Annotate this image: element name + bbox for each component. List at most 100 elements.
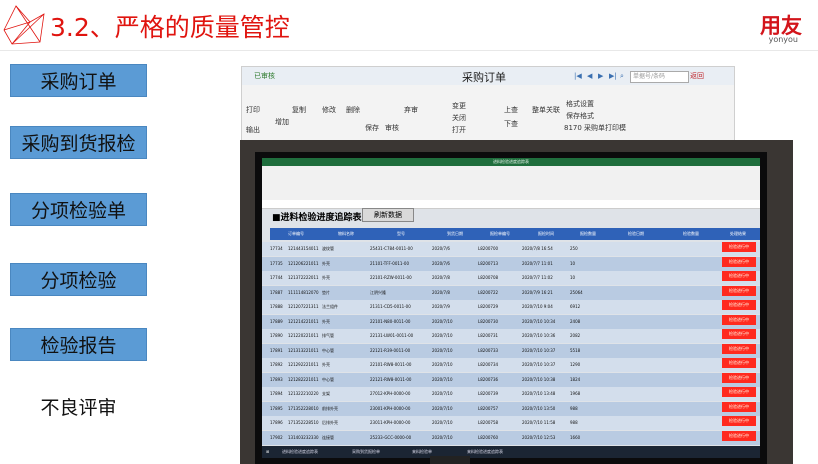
copy-button[interactable]: 复制 (292, 105, 306, 115)
back-button[interactable]: 返回 (690, 71, 704, 81)
table-row[interactable]: 17896 171352228510 后排外壳 23011-KPH-0000-00 20… (262, 416, 760, 430)
cell-time: 2020/7/10 9:04 (522, 304, 553, 309)
table-row[interactable]: 17889 121214221011 外壳 22101-N80-0011-00 2020… (262, 314, 760, 329)
cell-doc: L8200700 (478, 246, 499, 251)
save-button[interactable]: 保存 (365, 123, 379, 133)
formula-bar (262, 200, 760, 209)
refresh-button[interactable]: 刷新数据 (362, 208, 414, 222)
status-badge: 检验进行中 (722, 343, 756, 354)
status-badge: 检验进行中 (722, 387, 756, 397)
prev-icon[interactable]: ◀ (587, 72, 592, 80)
cell-model: 江阴兴隆 (370, 289, 386, 295)
cell-model: 27012-KPH-0000-00 (370, 391, 411, 396)
cell-doc: L8200729 (478, 304, 499, 309)
taskbar-item[interactable]: 来料检验进度追踪表 (467, 448, 503, 456)
sheet-title-text: 进料检验进度追踪表 (280, 213, 362, 223)
start-icon[interactable]: ⊞ (266, 448, 269, 456)
table-row[interactable]: 17744 121372222011 外壳 22101-RZW-0011-00 2020… (262, 271, 760, 285)
cell-qty: 988 (570, 420, 578, 425)
last-icon[interactable]: ▶| (609, 72, 617, 80)
cell-model: 22101-RW8-0011-00 (370, 362, 412, 367)
status-badge: 检验进行中 (722, 329, 756, 339)
first-icon[interactable]: |◀ (574, 72, 582, 80)
cell-model: 22131-LW01-0011-00 (370, 333, 414, 338)
cell-qty: 2408 (570, 318, 581, 324)
cell-doc: L8200736 (478, 376, 499, 382)
cell-doc: L8200708 (478, 275, 499, 280)
approve-button[interactable]: 审核 (385, 123, 399, 133)
cell-qty: 10 (570, 260, 576, 266)
unapprove-button[interactable]: 弃审 (404, 105, 418, 115)
table-row[interactable]: 17891 121313221011 中心管 22121-R39-0011-00 202… (262, 343, 760, 358)
taskbar-item[interactable]: 采购到货报检单 (352, 448, 380, 456)
cell-time: 2020/7/10 11:58 (522, 420, 556, 425)
cell-name: 后排外壳 (322, 420, 338, 425)
cell-date: 2020/7/10 (432, 318, 453, 324)
taskbar-item[interactable]: 来料检验单 (412, 448, 432, 456)
status-badge: 检验进行中 (722, 300, 756, 310)
cell-time: 2020/7/7 11:01 (522, 260, 553, 266)
delete-button[interactable]: 删除 (346, 105, 360, 115)
format-settings-button[interactable]: 格式设置 (566, 99, 594, 109)
status-badge: 检验进行中 (722, 285, 756, 296)
export-button[interactable]: 输出 (246, 125, 260, 135)
edit-button[interactable]: 修改 (322, 105, 336, 115)
query-up-button[interactable]: 上查 (504, 105, 518, 115)
cell-doc: L8200730 (478, 318, 499, 324)
table-row[interactable]: 17902 131403232330 连接管 25233-GCC-0000-00 202… (262, 430, 760, 445)
close-button[interactable]: 关闭 (452, 113, 466, 123)
table-row[interactable]: 17893 121282221011 中心管 22121-RW8-0011-00 202… (262, 372, 760, 387)
cell-model: 25431-C784-0011-00 (370, 246, 413, 251)
cell-model: 21101-TFF-0011-00 (370, 260, 410, 266)
cell-code: 121207221311 (288, 304, 319, 309)
cell-name: 排气管 (322, 333, 334, 338)
cell-name: 外壳 (322, 318, 330, 324)
cell-id: 17887 (270, 289, 283, 295)
search-input[interactable]: 单据号/条码 (630, 71, 689, 83)
table-row[interactable]: 17895 171352228010 前排外壳 23001-KPH-0000-00 20… (262, 401, 760, 416)
link-order-button[interactable]: 整单关联 (532, 105, 560, 115)
cell-id: 17889 (270, 318, 283, 324)
cell-qty: 988 (570, 405, 578, 411)
cell-doc: L8200760 (478, 434, 499, 440)
status-badge: 检验进行中 (722, 271, 756, 281)
spreadsheet-ribbon (262, 166, 760, 200)
cell-code: 121313221011 (288, 347, 319, 353)
logo-graphic (0, 0, 48, 52)
cell-time: 2020/7/10 12:53 (522, 434, 556, 440)
cell-date: 2020/7/6 (432, 246, 450, 251)
cell-time: 2020/7/10 13:48 (522, 391, 556, 396)
taskbar-item[interactable]: 进料检验进度追踪表 (282, 448, 318, 456)
page-title: 3.2、严格的质量管控 (50, 13, 290, 42)
table-row[interactable]: 17734 121443154011 波纹管 25431-C784-0011-00 20… (262, 242, 760, 256)
cell-doc: L8200739 (478, 391, 499, 396)
print-template-select[interactable]: 8170 采购单打印模 (564, 123, 626, 133)
change-button[interactable]: 变更 (452, 101, 466, 111)
cell-date: 2020/7/8 (432, 289, 450, 295)
cell-qty: 25064 (570, 289, 583, 295)
status-badge: 检验进行中 (722, 372, 756, 383)
step-item-inspection-sheet: 分项检验单 (10, 193, 147, 226)
print-button[interactable]: 打印 (246, 105, 260, 115)
status-badge: 检验进行中 (722, 430, 756, 441)
cell-model: 23011-KPH-0000-00 (370, 420, 411, 425)
column-header: 到货日期 (432, 228, 478, 240)
query-down-button[interactable]: 下查 (504, 119, 518, 129)
open-button[interactable]: 打开 (452, 125, 466, 135)
cell-model: 22121-R39-0011-00 (370, 347, 411, 353)
search-icon[interactable]: ⌕ (620, 72, 624, 81)
cell-code: 121214221011 (288, 318, 319, 324)
cell-id: 17891 (270, 347, 283, 353)
cell-time: 2020/7/8 16:54 (522, 246, 553, 251)
table-row[interactable]: 17735 121206221011 外壳 21101-TFF-0011-00 2020… (262, 256, 760, 271)
table-row[interactable]: 17894 121322210220 支架 27012-KPH-0000-00 2020… (262, 387, 760, 401)
table-row[interactable]: 17887 111114812070 垫片 江阴兴隆 2020/7/8 L8200722 2… (262, 285, 760, 300)
save-format-button[interactable]: 保存格式 (566, 111, 594, 121)
step-arrival-inspection: 采购到货报检 (10, 126, 147, 159)
next-icon[interactable]: ▶ (598, 72, 603, 80)
table-row[interactable]: 17892 121292221011 外壳 22101-RW8-0011-00 2020… (262, 358, 760, 372)
step-purchase-order: 采购订单 (10, 64, 147, 97)
add-button[interactable]: 增加 (275, 117, 289, 127)
table-row[interactable]: 17888 121207221311 法兰组件 21311-CD5-0011-00 20… (262, 300, 760, 314)
table-row[interactable]: 17890 121220221011 排气管 22131-LW01-0011-00 20… (262, 329, 760, 343)
